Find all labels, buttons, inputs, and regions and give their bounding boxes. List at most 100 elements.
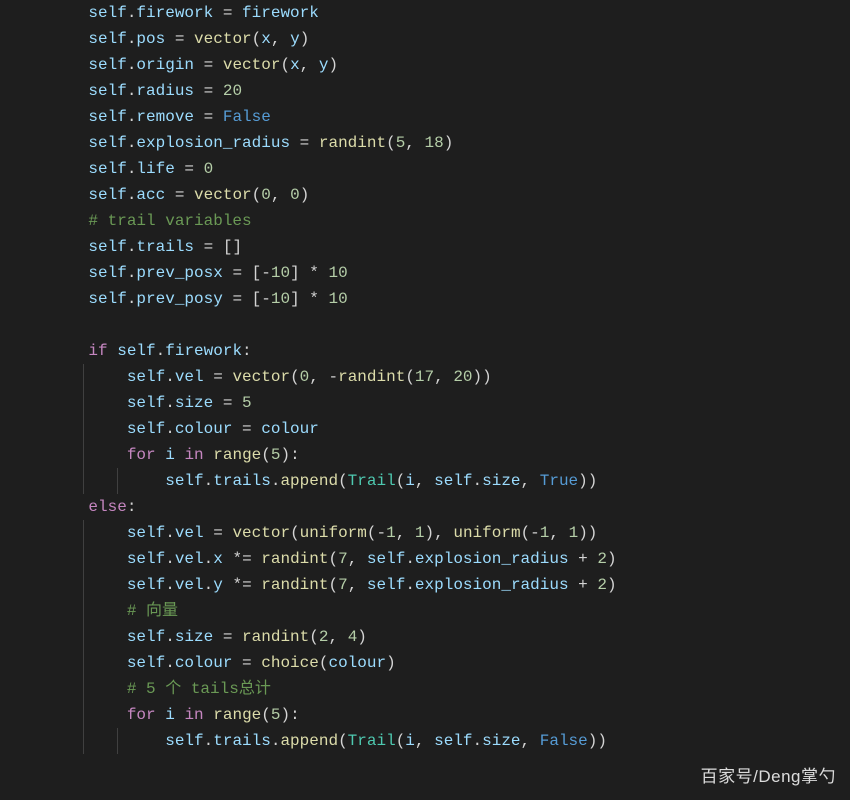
token-op [156,446,166,464]
token-var: size [175,394,213,412]
token-op: = [213,4,242,22]
indent-guide [83,598,84,624]
token-num: 5 [271,446,281,464]
token-num: 20 [223,82,242,100]
token-op: *= [223,550,261,568]
code-line[interactable]: # 向量 [0,598,850,624]
code-line[interactable]: self.size = 5 [0,390,850,416]
indent [50,550,127,568]
code-line[interactable]: self.explosion_radius = randint(5, 18) [0,130,850,156]
token-var: self [165,472,203,490]
code-line[interactable]: self.radius = 20 [0,78,850,104]
token-op: - [328,368,338,386]
code-line[interactable]: self.prev_posy = [-10] * 10 [0,286,850,312]
token-num: 2 [597,576,607,594]
code-line[interactable]: self.size = randint(2, 4) [0,624,850,650]
code-line[interactable]: self.remove = False [0,104,850,130]
indent [50,264,88,282]
indent-guide [83,728,84,754]
indent-guide [83,676,84,702]
token-op: = [232,654,261,672]
code-line[interactable]: self.vel.y *= randint(7, self.explosion_… [0,572,850,598]
code-line[interactable]: self.prev_posx = [-10] * 10 [0,260,850,286]
token-op: - [377,524,387,542]
token-punc: , [434,368,453,386]
token-punc: . [165,576,175,594]
token-punc: ( [252,30,262,48]
code-line[interactable]: if self.firework: [0,338,850,364]
token-num: 0 [261,186,271,204]
code-line[interactable]: self.firework = firework [0,0,850,26]
token-var: trails [136,238,194,256]
indent [50,394,127,412]
code-line[interactable]: # trail variables [0,208,850,234]
code-line[interactable]: for i in range(5): [0,702,850,728]
token-punc: )) [578,524,597,542]
token-func: range [213,706,261,724]
code-line[interactable]: self.life = 0 [0,156,850,182]
token-punc: , [405,134,424,152]
indent-guide [83,390,84,416]
token-num: 1 [540,524,550,542]
code-line[interactable]: else: [0,494,850,520]
token-punc: ) [300,186,310,204]
token-comment: # 向量 [127,602,178,620]
token-num: 17 [415,368,434,386]
token-punc: . [271,732,281,750]
token-var: self [127,654,165,672]
code-line[interactable]: self.trails.append(Trail(i, self.size, T… [0,468,850,494]
token-var: colour [328,654,386,672]
token-op: * [309,264,328,282]
code-line[interactable]: self.colour = colour [0,416,850,442]
token-op: *= [223,576,261,594]
token-func: vector [232,524,290,542]
code-line[interactable]: self.pos = vector(x, y) [0,26,850,52]
code-line[interactable]: self.vel = vector(0, -randint(17, 20)) [0,364,850,390]
token-num: 7 [338,550,348,568]
token-punc: . [127,108,137,126]
token-func: append [280,732,338,750]
token-punc: ( [405,368,415,386]
token-op: - [261,264,271,282]
token-op: = [213,628,242,646]
token-var: colour [261,420,319,438]
token-punc: ( [261,446,271,464]
token-punc: [ [252,264,262,282]
indent [50,82,88,100]
token-func: randint [242,628,309,646]
token-var: explosion_radius [415,550,569,568]
token-punc: ) [607,576,617,594]
token-punc: . [156,342,166,360]
token-punc: . [165,550,175,568]
token-punc: ) [357,628,367,646]
token-var: i [165,706,175,724]
code-line[interactable] [0,312,850,338]
code-line[interactable]: self.trails = [] [0,234,850,260]
token-punc: . [165,654,175,672]
token-op [204,446,214,464]
code-line[interactable]: self.vel.x *= randint(7, self.explosion_… [0,546,850,572]
code-line[interactable]: self.origin = vector(x, y) [0,52,850,78]
code-line[interactable]: self.acc = vector(0, 0) [0,182,850,208]
token-punc: ), [425,524,454,542]
indent [50,732,165,750]
token-num: 5 [396,134,406,152]
code-editor[interactable]: self.firework = firework self.pos = vect… [0,0,850,754]
token-punc: ( [328,550,338,568]
token-punc: )) [473,368,492,386]
code-line[interactable]: self.trails.append(Trail(i, self.size, F… [0,728,850,754]
code-line[interactable]: # 5 个 tails总计 [0,676,850,702]
token-var: self [127,420,165,438]
token-punc: ( [396,732,406,750]
token-punc: . [127,4,137,22]
token-punc: , [521,472,540,490]
token-var: x [261,30,271,48]
token-var: self [88,82,126,100]
token-punc: )) [588,732,607,750]
code-line[interactable]: self.colour = choice(colour) [0,650,850,676]
code-line[interactable]: for i in range(5): [0,442,850,468]
token-var: self [367,576,405,594]
token-kw: in [184,706,203,724]
code-line[interactable]: self.vel = vector(uniform(-1, 1), unifor… [0,520,850,546]
token-func: choice [261,654,319,672]
